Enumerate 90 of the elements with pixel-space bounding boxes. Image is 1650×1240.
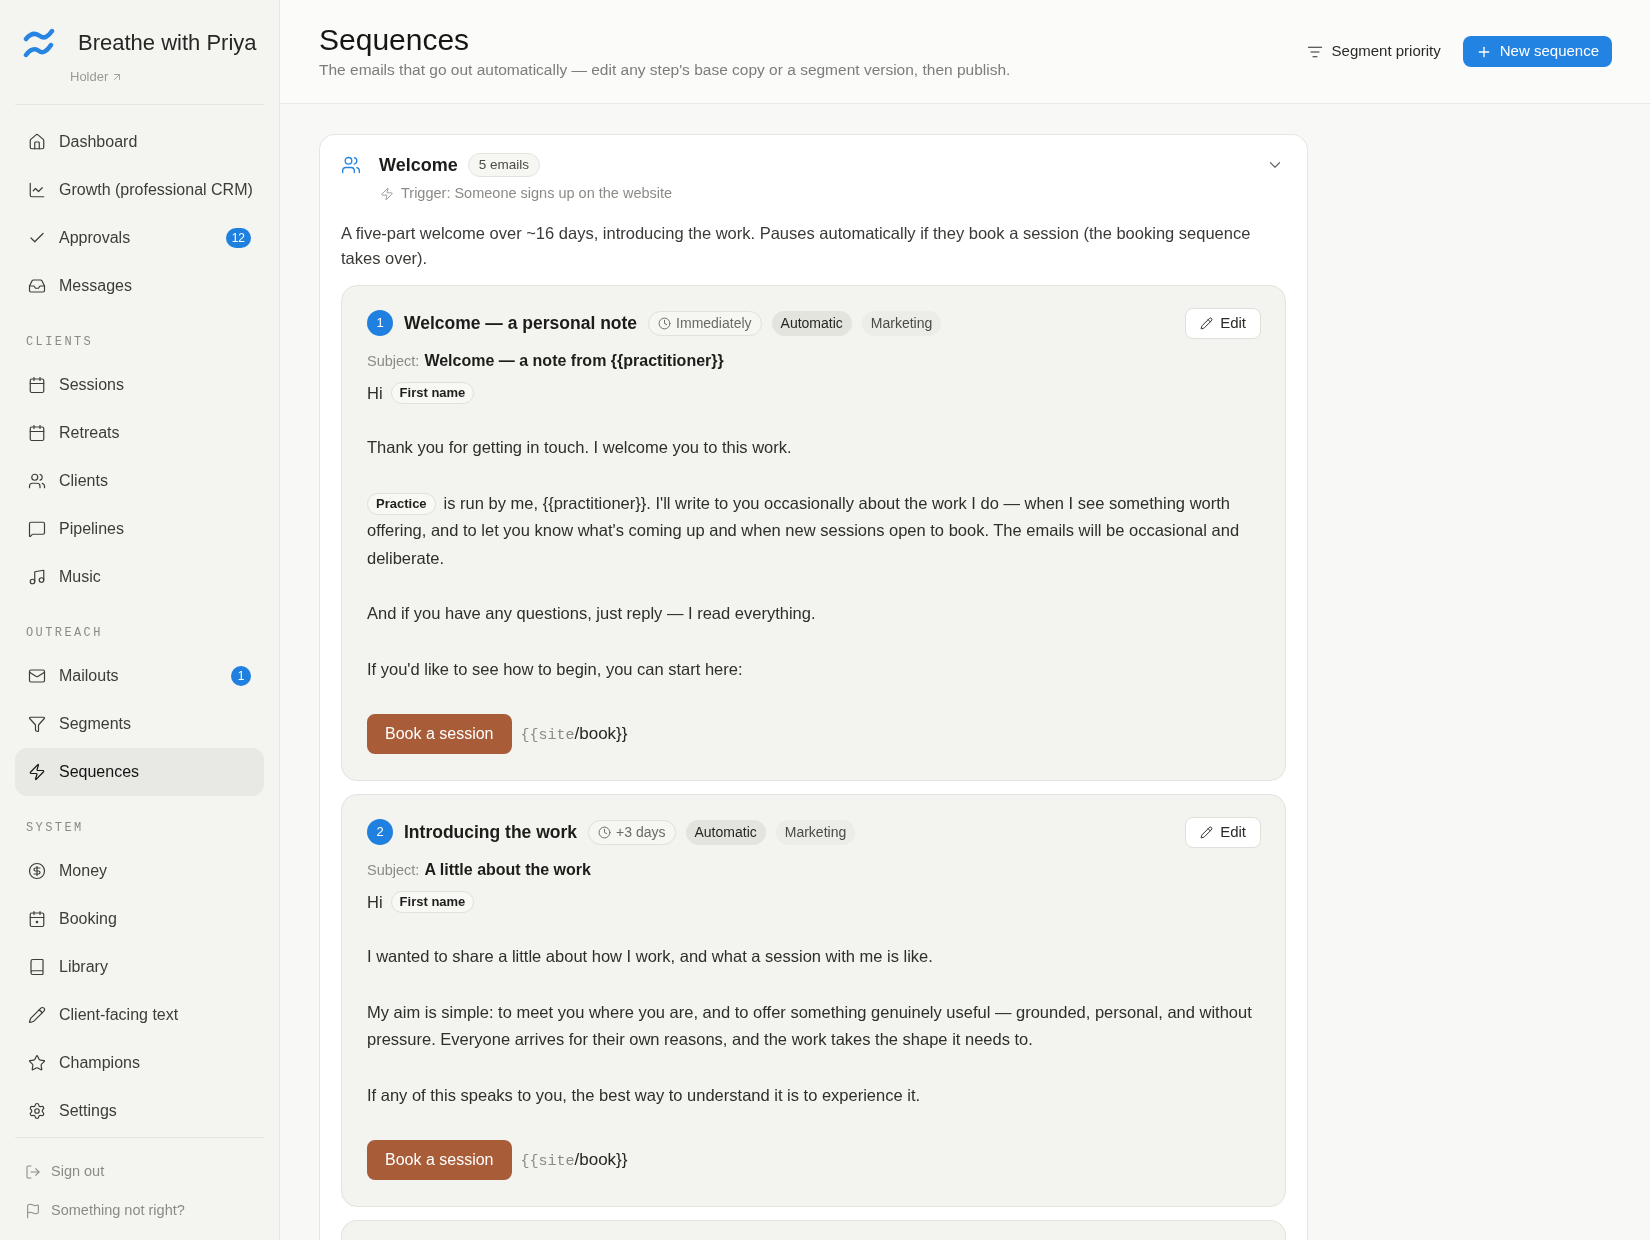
book-session-button[interactable]: Book a session: [367, 1140, 512, 1180]
sidebar-item[interactable]: Booking: [15, 895, 264, 943]
step-number-badge: 2: [367, 819, 393, 845]
sidebar-item[interactable]: Sessions: [15, 361, 264, 409]
count-badge: 12: [225, 228, 251, 248]
sidebar-item[interactable]: Messages: [15, 262, 264, 310]
subject-label: Subject:: [367, 352, 420, 371]
sidebar-item[interactable]: Settings: [15, 1087, 264, 1135]
sidebar-item[interactable]: Pipelines: [15, 505, 264, 553]
link-placeholder-text: {{site/book}}: [520, 722, 628, 746]
segment-priority-button[interactable]: Segment priority: [1302, 36, 1445, 67]
lightning-icon: [28, 763, 46, 781]
page-title: Sequences: [319, 22, 471, 58]
sidebar-item[interactable]: Retreats: [15, 409, 264, 457]
clock-icon: [658, 316, 672, 330]
section-heading: OUTREACH: [25, 625, 104, 642]
sidebar-item[interactable]: Segments: [15, 700, 264, 748]
edit-button[interactable]: Edit: [1185, 307, 1261, 339]
pencil-icon: [28, 1006, 46, 1024]
envelope-icon: [28, 667, 46, 685]
mode-tag: Automatic: [771, 310, 852, 336]
email-paragraph: Practice is run by me, {{practitioner}}. I'll write to you occasionally about the work I do — when I see something worth offering, and to let you know what's coming up and when new sessions open to book. The emails will be occasional and deliberate.: [367, 492, 1241, 569]
greeting-text: Hi: [367, 382, 383, 404]
email-paragraph: And if you have any questions, just reply — I read everything.: [367, 603, 817, 624]
music-note-icon: [28, 568, 46, 586]
calendar-icon: [28, 424, 46, 442]
lightning-icon: [380, 187, 394, 201]
category-tag: Marketing: [775, 819, 856, 845]
clock-icon: [598, 825, 612, 839]
sidebar-item[interactable]: Champions: [15, 1039, 264, 1087]
email-paragraph: I wanted to share a little about how I work, and what a session with me is like.: [367, 946, 934, 967]
timing-label: +3 days: [616, 822, 666, 842]
section-heading: SYSTEM: [25, 820, 85, 837]
line-chart-icon: [28, 181, 46, 199]
merge-field-tag: Practice: [367, 493, 436, 516]
link-placeholder-text: {{site/book}}: [520, 1148, 628, 1172]
sidebar-item[interactable]: Dashboard: [15, 118, 264, 166]
new-sequence-button[interactable]: New sequence: [1462, 36, 1612, 67]
wave-logo-icon: [23, 28, 55, 58]
count-badge: 1: [231, 666, 251, 686]
merge-field-tag: First name: [390, 891, 475, 913]
calendar-icon: [28, 910, 46, 928]
email-paragraph: If you'd like to see how to begin, you can start here:: [367, 658, 744, 680]
section-heading: CLIENTS: [25, 334, 95, 351]
star-icon: [28, 1054, 46, 1072]
logout-icon: [25, 1163, 41, 1180]
sidebar-item[interactable]: Sequences: [15, 748, 264, 796]
sidebar-item[interactable]: Mailouts 1: [15, 652, 264, 700]
sidebar-item[interactable]: Approvals 12: [15, 214, 264, 262]
timing-label: Immediately: [676, 313, 752, 333]
email-paragraph: Thank you for getting in touch. I welcome you to this work.: [367, 437, 793, 458]
book-session-button[interactable]: Book a session: [367, 714, 512, 754]
settings-icon: [28, 1102, 46, 1120]
sidebar-item[interactable]: Growth (professional CRM): [15, 166, 264, 214]
email-paragraph: My aim is simple: to meet you where you are, and to offer something genuinely useful — grounded, personal, and without pressure. Everyone arrives for their own reasons, and the work takes the shape it needs to.: [367, 1001, 1253, 1050]
subject-text: Welcome — a note from {{practitioner}}: [424, 351, 724, 371]
page-subtitle: The emails that go out automatically — edit any step's base copy or a segment version, then publish.: [319, 60, 1011, 80]
sidebar-item[interactable]: Music: [15, 553, 264, 601]
brand-name: Breathe with Priya: [78, 29, 257, 57]
home-icon: [28, 133, 46, 151]
book-icon: [28, 958, 46, 976]
sequence-description: A five-part welcome over ~16 days, introducing the work. Pauses automatically if they book a session (the booking sequence takes over).: [341, 223, 1252, 269]
sidebar-item[interactable]: Clients: [15, 457, 264, 505]
pencil-icon: [1200, 316, 1214, 330]
category-tag: Marketing: [861, 310, 942, 336]
people-icon: [341, 155, 361, 175]
step-title: Introducing the work: [404, 820, 578, 844]
step-title: Welcome — a personal note: [404, 311, 638, 335]
email-paragraph: If any of this speaks to you, the best way to understand it is to experience it.: [367, 1084, 922, 1106]
sidebar-item[interactable]: Client-facing text: [15, 991, 264, 1039]
step-number-badge: 1: [367, 310, 393, 336]
speech-bubble-icon: [28, 520, 46, 538]
calendar-icon: [28, 376, 46, 394]
sidebar-item[interactable]: Library: [15, 943, 264, 991]
flag-icon: [25, 1202, 41, 1219]
people-icon: [28, 472, 46, 490]
dollar-coin-icon: [28, 862, 46, 880]
subject-label: Subject:: [367, 861, 420, 880]
edit-button[interactable]: Edit: [1185, 816, 1261, 848]
sidebar-item[interactable]: Money: [15, 847, 264, 895]
inbox-icon: [28, 277, 46, 295]
merge-field-tag: First name: [390, 382, 475, 404]
email-count-tag: 5 emails: [467, 153, 540, 177]
sequence-title: Welcome: [379, 153, 458, 177]
pencil-icon: [1200, 825, 1214, 839]
greeting-text: Hi: [367, 891, 383, 913]
trigger-text: Trigger: Someone signs up on the website: [401, 184, 673, 204]
funnel-icon: [28, 715, 46, 733]
mode-tag: Automatic: [685, 819, 766, 845]
subject-text: A little about the work: [424, 860, 591, 880]
